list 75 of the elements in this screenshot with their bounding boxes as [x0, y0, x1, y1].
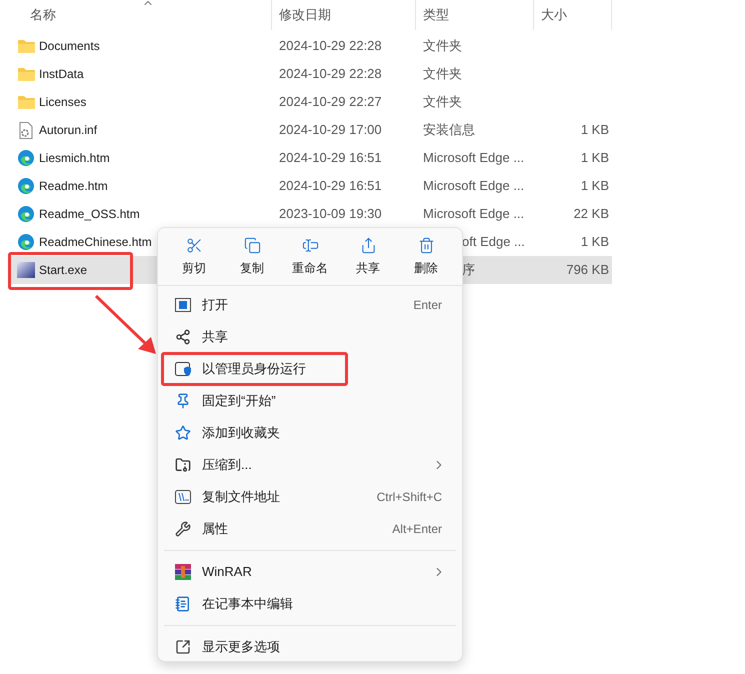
file-type: Microsoft Edge ... [423, 206, 524, 222]
zipped-folder-icon [175, 457, 191, 473]
folder-icon [18, 95, 34, 109]
browser-icon [18, 234, 34, 250]
wrench-icon [175, 521, 191, 537]
menu-item[interactable]: 显示更多选项 [162, 631, 458, 663]
menu-item[interactable]: 共享 [162, 321, 458, 353]
file-type: Microsoft Edge ... [423, 150, 524, 166]
menu-item[interactable]: 固定到“开始” [162, 385, 458, 417]
menu-item[interactable]: 压缩到... [162, 449, 458, 481]
star-icon [175, 425, 191, 441]
file-name: Readme.htm [39, 178, 108, 195]
browser-icon [18, 150, 34, 166]
window-icon [175, 298, 191, 312]
file-name: InstData [39, 66, 84, 83]
file-size: 796 KB [566, 262, 609, 278]
menu-item[interactable]: 添加到收藏夹 [162, 417, 458, 449]
file-size: 1 KB [580, 178, 609, 194]
shortcut-hint: Enter [413, 297, 442, 314]
application-icon [17, 262, 35, 278]
folder-icon [18, 39, 34, 53]
file-size: 1 KB [580, 150, 609, 166]
file-name: Start.exe [39, 262, 88, 279]
share-icon [175, 329, 191, 345]
modified-date: 2024-10-29 22:28 [279, 38, 382, 54]
file-name: ReadmeChinese.htm [39, 234, 152, 251]
browser-icon [18, 206, 34, 222]
file-type: 序 [462, 262, 475, 278]
file-size: 1 KB [580, 122, 609, 138]
file-type: Microsoft Edge ... [423, 178, 524, 194]
file-type: 文件夹 [423, 66, 462, 82]
share-icon [360, 236, 376, 254]
settings-file-icon [19, 122, 33, 138]
shortcut-hint: Alt+Enter [392, 521, 442, 538]
file-type: oft Edge ... [462, 234, 525, 250]
menu-item[interactable]: 以管理员身份运行 [162, 353, 458, 385]
column-header[interactable]: 大小 [541, 5, 567, 25]
file-size: 22 KB [574, 206, 609, 222]
delete-icon [418, 236, 434, 254]
column-header[interactable]: 类型 [423, 5, 449, 25]
rename-icon [302, 236, 318, 254]
column-header[interactable]: 名称 [30, 5, 56, 25]
modified-date: 2023-10-09 19:30 [279, 206, 382, 222]
shortcut-hint: Ctrl+Shift+C [376, 489, 442, 506]
browser-icon [18, 178, 34, 194]
menu-item[interactable]: 打开 Enter [162, 289, 458, 321]
folder-icon [18, 67, 34, 81]
file-name: Liesmich.htm [39, 150, 110, 167]
menu-item[interactable]: 在记事本中编辑 [162, 588, 458, 620]
notepad-icon [175, 596, 191, 612]
file-type: 文件夹 [423, 94, 462, 110]
menu-item[interactable]: 属性 Alt+Enter [162, 513, 458, 545]
path-icon [175, 490, 191, 504]
file-type: 文件夹 [423, 38, 462, 54]
modified-date: 2024-10-29 22:27 [279, 94, 382, 110]
archive-stack-icon [175, 564, 191, 580]
file-size: 1 KB [580, 234, 609, 250]
modified-date: 2024-10-29 17:00 [279, 122, 382, 138]
file-name: Documents [39, 38, 100, 55]
expand-icon [175, 639, 191, 655]
file-name: Autorun.inf [39, 122, 98, 139]
menu-item[interactable]: WinRAR [162, 556, 458, 588]
file-type: 安装信息 [423, 122, 475, 138]
column-header[interactable]: 修改日期 [279, 5, 331, 25]
copy-icon [244, 236, 260, 254]
annotation-arrow [94, 294, 158, 356]
shield-window-icon [175, 361, 191, 377]
pin-icon [175, 393, 191, 409]
cut-icon [186, 236, 202, 254]
modified-date: 2024-10-29 16:51 [279, 150, 382, 166]
file-name: Licenses [39, 94, 86, 111]
modified-date: 2024-10-29 16:51 [279, 178, 382, 194]
menu-item[interactable]: 复制文件地址 Ctrl+Shift+C [162, 481, 458, 513]
modified-date: 2024-10-29 22:28 [279, 66, 382, 82]
file-name: Readme_OSS.htm [39, 206, 140, 223]
